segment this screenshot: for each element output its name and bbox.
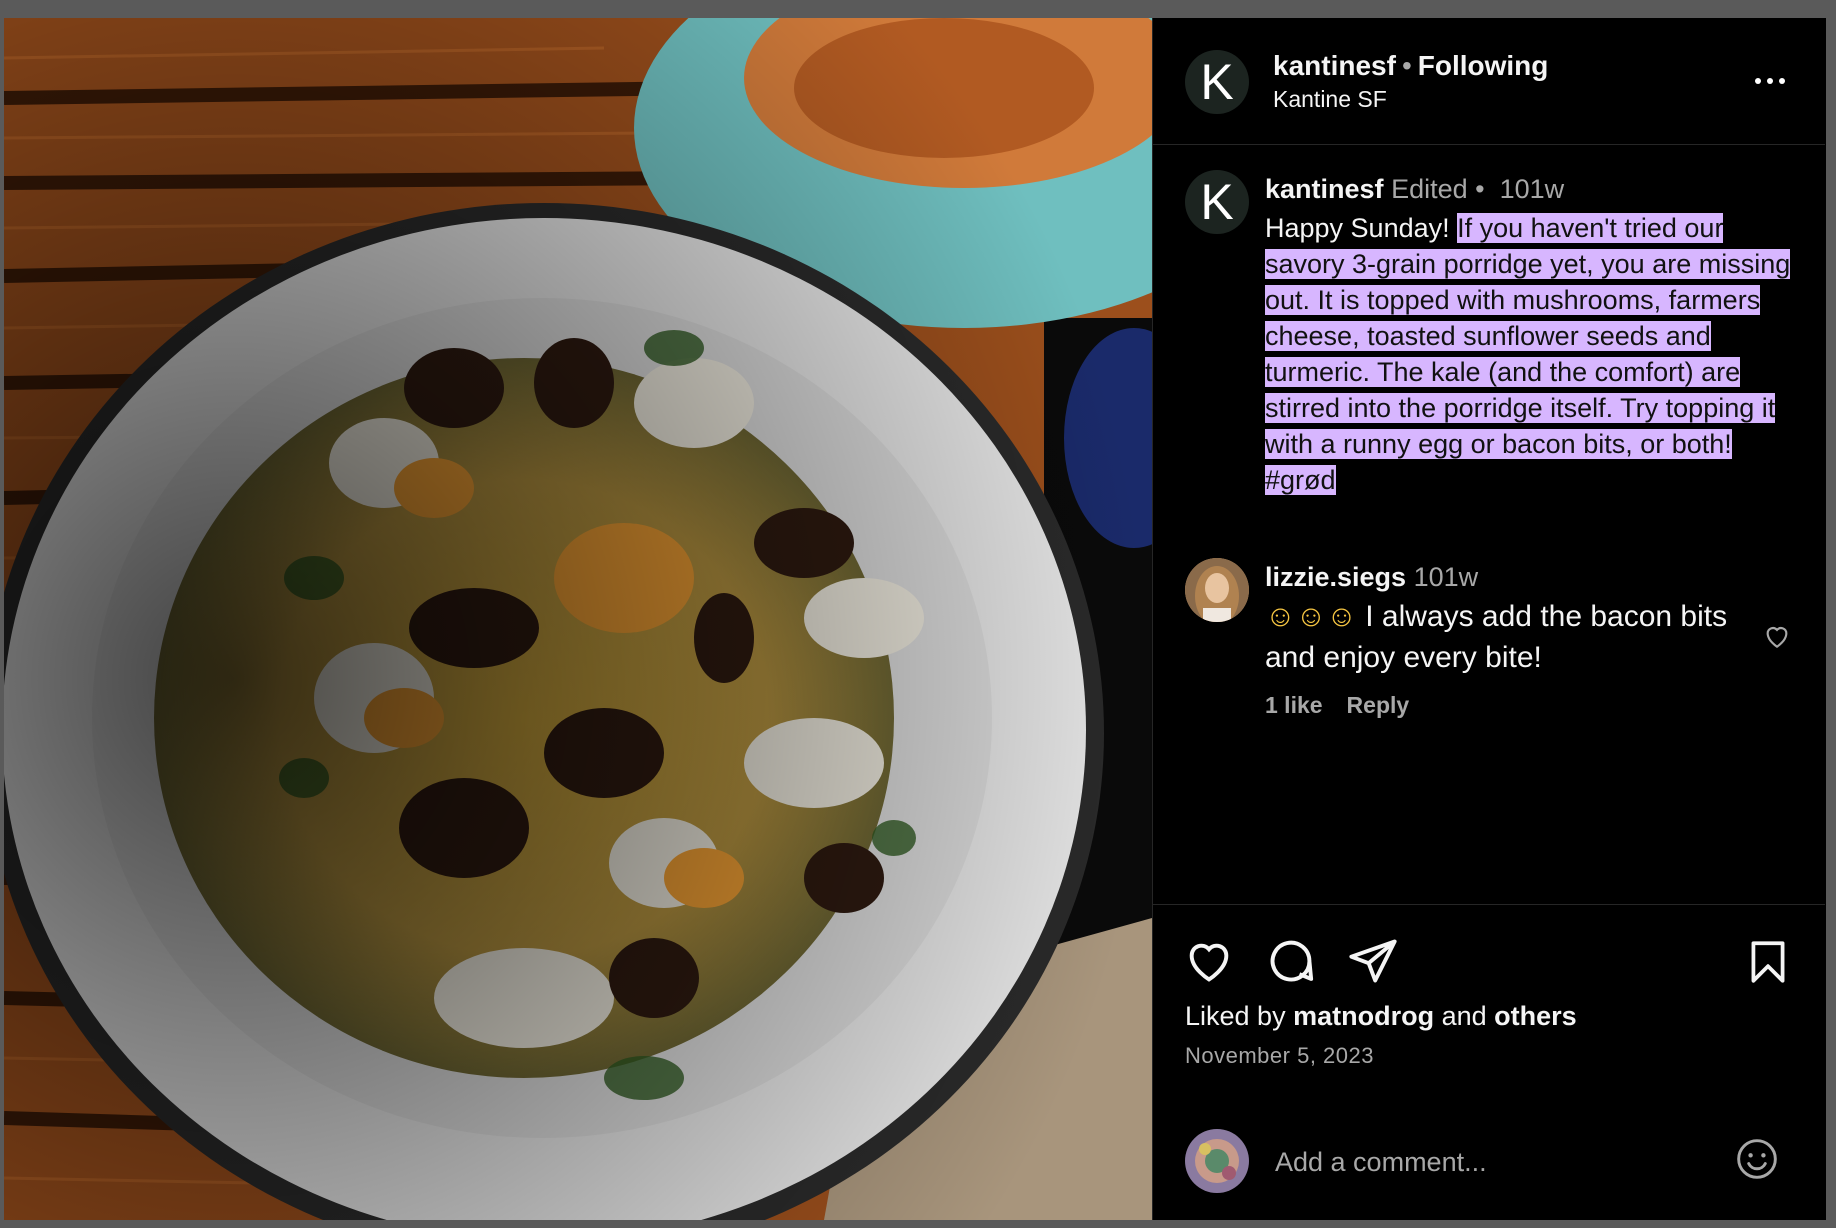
comment-heart-icon[interactable] <box>1761 620 1793 657</box>
smile-emojis: ☺☺☺ <box>1265 600 1357 633</box>
post-header: K kantinesf • Following Kantine SF <box>1153 18 1825 145</box>
bookmark-icon[interactable] <box>1743 937 1793 992</box>
comment-icon[interactable] <box>1265 935 1317 992</box>
add-comment-input[interactable] <box>1273 1141 1697 1183</box>
comment-likes[interactable]: 1 like <box>1265 692 1323 718</box>
more-options-icon[interactable] <box>1755 78 1785 84</box>
comment-age: 101w <box>1413 562 1479 592</box>
liked-by-line: Liked by matnodrog and others <box>1185 1001 1577 1032</box>
caption-age: 101w <box>1499 174 1565 204</box>
commenter-avatar[interactable] <box>1185 558 1249 622</box>
caption-text: Happy Sunday! If you haven't tried our s… <box>1265 210 1795 498</box>
caption-highlighted-text: If you haven't tried our savory 3-grain … <box>1265 213 1791 495</box>
caption-plain-text: Happy Sunday! <box>1265 213 1458 243</box>
avatar-letter: K <box>1200 54 1234 110</box>
post-date: November 5, 2023 <box>1185 1043 1374 1068</box>
liked-mid: and <box>1434 1001 1495 1031</box>
comment-text: ☺☺☺ I always add the bacon bits and enjo… <box>1265 596 1735 678</box>
author-line: kantinesf • Following <box>1273 50 1548 82</box>
separator-dot: • <box>1401 50 1412 81</box>
emoji-icon[interactable] <box>1735 1137 1779 1186</box>
commenter-username[interactable]: lizzie.siegs <box>1265 562 1406 592</box>
author-avatar[interactable]: K <box>1185 50 1249 114</box>
following-button[interactable]: Following <box>1418 50 1549 81</box>
avatar-letter: K <box>1200 174 1234 230</box>
post-actions: Liked by matnodrog and others November 5… <box>1153 904 1825 1221</box>
action-icons <box>1183 935 1399 992</box>
post-photo[interactable] <box>4 18 1152 1220</box>
current-user-avatar <box>1185 1129 1249 1193</box>
post-side-panel: K kantinesf • Following Kantine SF K kanti… <box>1152 18 1825 1220</box>
comment-header: lizzie.siegs 101w <box>1265 562 1478 593</box>
separator-dot: • <box>1475 174 1485 204</box>
caption-username[interactable]: kantinesf <box>1265 174 1384 204</box>
liked-by-user[interactable]: matnodrog <box>1293 1001 1434 1031</box>
liked-others[interactable]: others <box>1494 1001 1577 1031</box>
caption-header: kantinesf Edited • 101w <box>1265 174 1564 205</box>
liked-prefix: Liked by <box>1185 1001 1294 1031</box>
author-username[interactable]: kantinesf <box>1273 50 1396 81</box>
add-comment-row <box>1153 1121 1825 1197</box>
comment-meta: 1 like Reply <box>1265 692 1409 719</box>
heart-icon[interactable] <box>1183 935 1235 992</box>
edited-label: Edited <box>1391 174 1468 204</box>
caption-author-avatar[interactable]: K <box>1185 170 1249 234</box>
share-icon[interactable] <box>1347 935 1399 992</box>
reply-button[interactable]: Reply <box>1347 692 1410 718</box>
porridge-photo-image <box>4 18 1152 1220</box>
post-location[interactable]: Kantine SF <box>1273 86 1387 113</box>
